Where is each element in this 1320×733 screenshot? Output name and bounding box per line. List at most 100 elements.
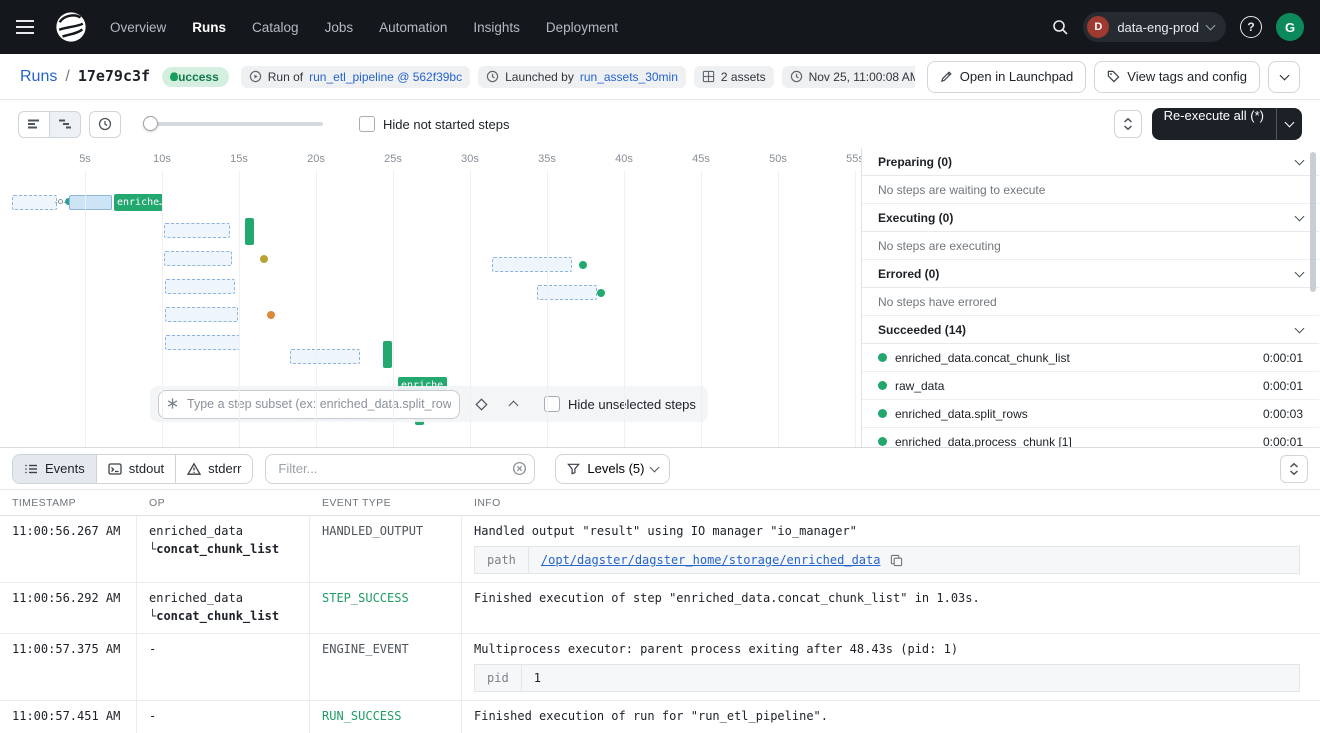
gridline	[855, 170, 856, 447]
log-row[interactable]: 11:00:57.451 AM-RUN_SUCCESSFinished exec…	[0, 701, 1320, 733]
step-marker[interactable]	[267, 311, 275, 319]
pencil-icon	[940, 70, 953, 83]
step-bar[interactable]	[69, 195, 112, 210]
step-status-panel: Preparing (0)No steps are waiting to exe…	[862, 148, 1319, 447]
dagster-logo-icon[interactable]	[54, 9, 90, 45]
run-tag[interactable]: Launched by run_assets_30min	[478, 66, 686, 88]
tab-stderr[interactable]: stderr	[175, 454, 253, 484]
reexecute-dropdown-button[interactable]	[1276, 108, 1302, 140]
gantt-chart: enriche…enriche… Hide unselected steps 5…	[0, 148, 862, 447]
collapse-panel-icon[interactable]	[502, 393, 524, 415]
log-row[interactable]: 11:00:57.375 AM-ENGINE_EVENTMultiprocess…	[0, 634, 1320, 701]
gantt-flat-view-icon[interactable]	[18, 111, 50, 138]
tag-link[interactable]: run_etl_pipeline @ 562f39bc	[309, 70, 462, 84]
run-header: Runs / 17e79c3f Success Run of run_etl_p…	[0, 54, 1320, 100]
copy-icon[interactable]	[890, 554, 903, 567]
help-icon[interactable]: ?	[1240, 16, 1262, 38]
chevron-down-icon	[1295, 211, 1305, 221]
step-bar[interactable]	[164, 223, 230, 238]
gantt-toolbar: Hide not started steps Re-execute all (*…	[0, 100, 1320, 148]
nav-item-runs[interactable]: Runs	[192, 20, 226, 35]
nav-item-catalog[interactable]: Catalog	[252, 20, 299, 35]
tag-link[interactable]: run_assets_30min	[580, 70, 678, 84]
run-tag[interactable]: 2 assets	[694, 66, 774, 88]
step-marker[interactable]	[260, 255, 268, 263]
log-row[interactable]: 11:00:56.267 AMenriched_data└concat_chun…	[0, 516, 1320, 583]
step-bar[interactable]	[165, 335, 240, 350]
nav-item-automation[interactable]: Automation	[379, 20, 447, 35]
chevron-down-icon	[1206, 21, 1216, 31]
zoom-slider-knob[interactable]	[143, 116, 158, 131]
nav-item-insights[interactable]: Insights	[473, 20, 520, 35]
workspace-switcher[interactable]: D data-eng-prod	[1083, 12, 1226, 42]
clear-filter-icon[interactable]	[512, 461, 527, 476]
list-icon	[24, 462, 38, 476]
expand-collapse-icon[interactable]	[1114, 110, 1142, 138]
status-badge: Success	[162, 67, 229, 87]
step-row[interactable]: raw_data0:00:01	[862, 372, 1319, 400]
axis-tick-label: 50s	[764, 153, 792, 165]
step-row[interactable]: enriched_data.concat_chunk_list0:00:01	[862, 344, 1319, 372]
graph-query-icon[interactable]	[470, 393, 492, 415]
hide-unselected-checkbox[interactable]: Hide unselected steps	[544, 396, 696, 412]
axis-tick-label: 30s	[456, 153, 484, 165]
step-bar[interactable]	[492, 257, 572, 272]
step-row[interactable]: enriched_data.process_chunk [1]0:00:01	[862, 428, 1319, 447]
empty-state-text: No steps are waiting to execute	[862, 176, 1319, 204]
step-subset-input[interactable]	[158, 390, 460, 419]
nav-item-jobs[interactable]: Jobs	[325, 20, 354, 35]
chevron-down-icon	[1295, 155, 1305, 165]
logs-toolbar: Eventsstdoutstderr Levels (5)	[0, 448, 1320, 490]
step-marker[interactable]	[579, 261, 587, 269]
step-marker[interactable]	[58, 199, 63, 204]
open-in-launchpad-button[interactable]: Open in Launchpad	[927, 61, 1086, 93]
step-section-header[interactable]: Succeeded (14)	[862, 316, 1319, 344]
step-bar[interactable]	[245, 218, 254, 245]
nav-item-deployment[interactable]: Deployment	[546, 20, 618, 35]
column-header: Info	[462, 497, 1320, 509]
hide-not-started-checkbox[interactable]: Hide not started steps	[359, 116, 509, 132]
step-bar[interactable]	[290, 349, 360, 364]
runs-link[interactable]: Runs	[20, 68, 57, 86]
scrollbar[interactable]	[1310, 152, 1316, 292]
step-bar[interactable]	[383, 341, 392, 368]
expand-collapse-icon[interactable]	[1280, 455, 1308, 483]
user-avatar[interactable]: G	[1276, 13, 1304, 41]
view-tags-config-button[interactable]: View tags and config	[1094, 61, 1260, 93]
nav-item-overview[interactable]: Overview	[110, 20, 166, 35]
reexecute-all-button[interactable]: Re-execute all (*)	[1152, 108, 1276, 140]
axis-tick-label: 15s	[225, 153, 253, 165]
step-section-header[interactable]: Executing (0)	[862, 204, 1319, 232]
gridline	[778, 170, 779, 447]
more-actions-button[interactable]	[1268, 61, 1300, 93]
gridline	[393, 170, 394, 447]
step-row[interactable]: enriched_data.split_rows0:00:03	[862, 400, 1319, 428]
run-tag[interactable]: Nov 25, 11:00:08 AM	[782, 66, 915, 88]
step-bar[interactable]	[164, 251, 232, 266]
run-tag[interactable]: Run of run_etl_pipeline @ 562f39bc	[241, 66, 470, 88]
step-bar[interactable]	[165, 279, 235, 294]
menu-icon[interactable]	[16, 14, 42, 40]
chevron-down-icon	[1295, 267, 1305, 277]
step-bar[interactable]	[12, 195, 57, 210]
terminal-icon	[108, 462, 122, 476]
log-filter-input[interactable]	[265, 454, 535, 484]
gantt-waterfall-view-icon[interactable]	[49, 111, 81, 138]
tab-stdout[interactable]: stdout	[96, 454, 176, 484]
checkbox-icon[interactable]	[359, 116, 375, 132]
zoom-slider[interactable]	[145, 122, 323, 126]
step-bar[interactable]	[537, 285, 597, 300]
gridline	[547, 170, 548, 447]
gridline	[239, 170, 240, 447]
search-icon[interactable]	[1051, 18, 1069, 36]
path-link[interactable]: /opt/dagster/dagster_home/storage/enrich…	[541, 551, 881, 569]
tab-events[interactable]: Events	[12, 454, 97, 484]
step-section-header[interactable]: Errored (0)	[862, 260, 1319, 288]
levels-filter-button[interactable]: Levels (5)	[555, 454, 670, 484]
log-row[interactable]: 11:00:56.292 AMenriched_data└concat_chun…	[0, 583, 1320, 634]
step-bar[interactable]: enriche…	[114, 194, 163, 211]
step-section-header[interactable]: Preparing (0)	[862, 148, 1319, 176]
step-bar[interactable]	[165, 307, 238, 322]
gantt-timing-icon[interactable]	[89, 111, 121, 138]
step-marker[interactable]	[597, 289, 605, 297]
